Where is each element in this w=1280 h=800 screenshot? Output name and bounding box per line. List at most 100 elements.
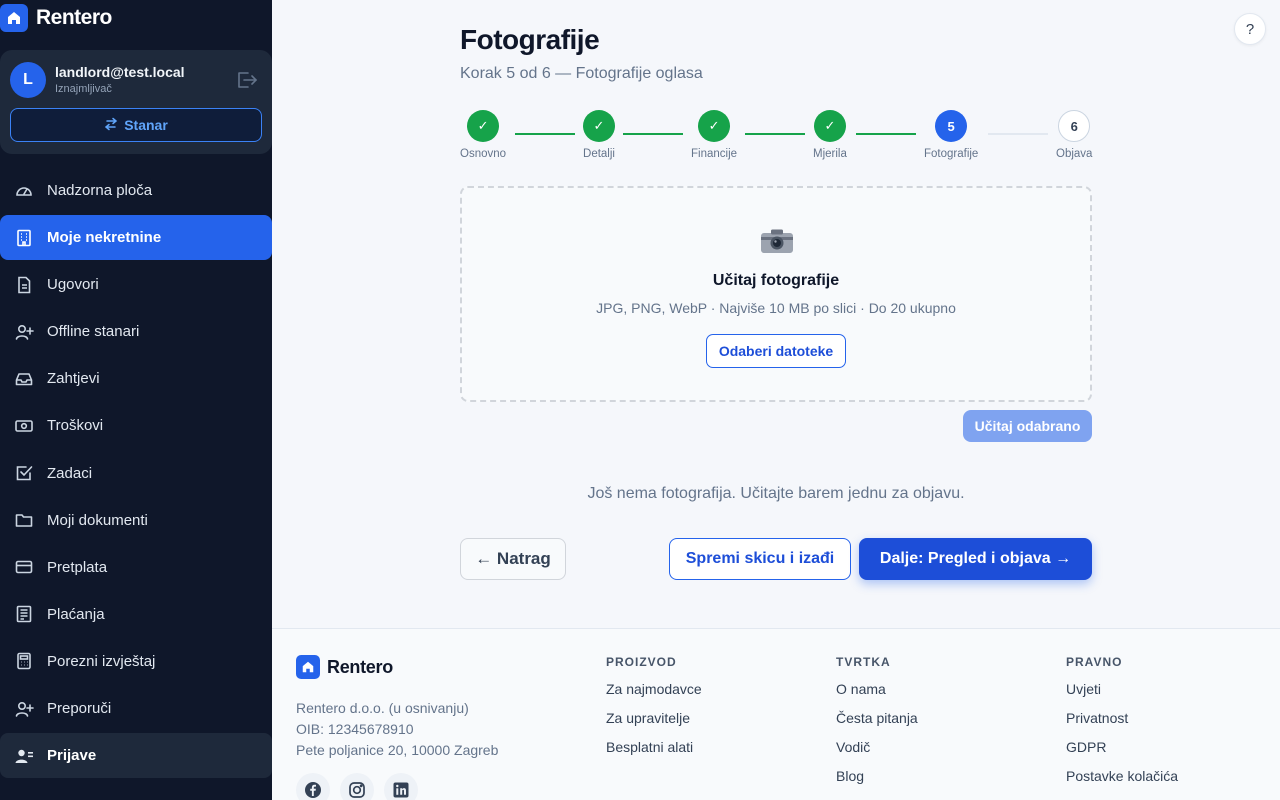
help-button[interactable]: ?: [1234, 13, 1266, 45]
user-card: L landlord@test.local Iznajmljivač Stana…: [0, 50, 272, 154]
linkedin-icon[interactable]: [384, 773, 418, 800]
footer-link[interactable]: Za najmodavce: [606, 681, 702, 710]
sidebar-nav: Nadzorna ploča Moje nekretnine Ugovori O…: [0, 168, 272, 780]
footer-column-proizvod: PROIZVOD Za najmodavce Za upravitelje Be…: [606, 655, 702, 768]
calculator-icon: [14, 651, 34, 671]
sidebar-item-label: Offline stanari: [47, 323, 140, 341]
step-connector: [988, 133, 1048, 135]
sidebar-item-label: Plaćanja: [47, 605, 105, 623]
sidebar-item-offline-stanari[interactable]: Offline stanari: [0, 309, 272, 354]
step-osnovno[interactable]: ✓ Osnovno: [460, 110, 506, 160]
sidebar-item-ugovori[interactable]: Ugovori: [0, 262, 272, 307]
sidebar-item-pretplata[interactable]: Pretplata: [0, 545, 272, 590]
sidebar-item-troskovi[interactable]: Troškovi: [0, 403, 272, 448]
step-connector: [623, 133, 683, 135]
footer-column-tvrtka: TVRTKA O nama Česta pitanja Vodič Blog: [836, 655, 918, 797]
step-connector: [515, 133, 575, 135]
step-label: Objava: [1056, 148, 1093, 160]
back-button[interactable]: ← Natrag: [460, 538, 566, 580]
company-name: Rentero d.o.o. (u osnivanju): [296, 700, 469, 716]
instagram-icon[interactable]: [340, 773, 374, 800]
sidebar-item-nadzorna-ploca[interactable]: Nadzorna ploča: [0, 168, 272, 213]
user-email: landlord@test.local: [55, 64, 185, 80]
home-icon: [296, 655, 320, 679]
company-info: Rentero d.o.o. (u osnivanju) OIB: 123456…: [296, 698, 498, 761]
role-switch-label: Stanar: [124, 117, 168, 133]
sidebar-item-preporuci[interactable]: Preporuči: [0, 686, 272, 731]
page-title: Fotografije: [460, 24, 600, 55]
footer-link[interactable]: Za upravitelje: [606, 710, 702, 739]
footer-link[interactable]: Vodič: [836, 739, 918, 768]
sidebar-item-label: Zahtjevi: [47, 370, 100, 388]
inbox-icon: [14, 369, 34, 389]
home-icon: [0, 4, 28, 32]
upload-selected-button[interactable]: Učitaj odabrano: [963, 410, 1092, 442]
step-label: Financije: [691, 148, 738, 160]
sidebar: Rentero L landlord@test.local Iznajmljiv…: [0, 0, 272, 800]
sidebar-item-moji-dokumenti[interactable]: Moji dokumenti: [0, 498, 272, 543]
check-icon: ✓: [583, 110, 615, 142]
company-oib: OIB: 12345678910: [296, 721, 414, 737]
step-financije[interactable]: ✓ Financije: [691, 110, 737, 160]
dropzone-title: Učitaj fotografije: [712, 272, 840, 289]
footer-heading: TVRTKA: [836, 655, 891, 669]
step-number: 5: [935, 110, 968, 142]
step-detalji[interactable]: ✓ Detalji: [583, 110, 615, 160]
footer-link[interactable]: Besplatni alati: [606, 739, 702, 768]
footer-heading: PRAVNO: [1066, 655, 1123, 669]
building-icon: [14, 228, 34, 248]
folder-icon: [14, 510, 34, 530]
sidebar-item-zadaci[interactable]: Zadaci: [0, 451, 272, 496]
save-draft-button[interactable]: Spremi skicu i izađi: [669, 538, 851, 580]
sidebar-item-placanja[interactable]: Plaćanja: [0, 592, 272, 637]
brand-name: Rentero: [36, 6, 112, 29]
step-mjerila[interactable]: ✓ Mjerila: [813, 110, 847, 160]
sidebar-item-zahtjevi[interactable]: Zahtjevi: [0, 356, 272, 401]
footer-link[interactable]: Česta pitanja: [836, 710, 918, 739]
role-switch-button[interactable]: Stanar: [10, 108, 262, 142]
step-objava[interactable]: 6 Objava: [1056, 110, 1092, 160]
sidebar-item-label: Preporuči: [47, 700, 112, 718]
gauge-icon: [14, 181, 34, 201]
footer-brand[interactable]: Rentero: [296, 655, 393, 679]
sidebar-item-moje-nekretnine[interactable]: Moje nekretnine: [0, 215, 272, 261]
choose-files-button[interactable]: Odaberi datoteke: [706, 334, 846, 368]
sidebar-item-label: Nadzorna ploča: [47, 182, 153, 199]
receipt-icon: [14, 604, 34, 624]
swap-icon: [104, 117, 118, 134]
footer-link[interactable]: Uvjeti: [1066, 681, 1178, 710]
footer-link[interactable]: Postavke kolačića: [1066, 768, 1178, 797]
footer-link[interactable]: GDPR: [1066, 739, 1178, 768]
step-connector: [856, 133, 916, 135]
brand[interactable]: Rentero: [0, 4, 112, 32]
sidebar-item-label: Prijave: [47, 747, 97, 765]
dropzone-hint: JPG, PNG, WebP · Najviše 10 MB po slici …: [596, 300, 956, 316]
facebook-icon[interactable]: [296, 773, 330, 800]
money-icon: [14, 416, 34, 436]
check-icon: ✓: [467, 110, 500, 142]
next-button[interactable]: Dalje: Pregled i objava →: [859, 538, 1092, 580]
check-icon: ✓: [698, 110, 731, 142]
check-icon: ✓: [813, 110, 846, 142]
footer-link[interactable]: Blog: [836, 768, 918, 797]
sidebar-item-label: Porezni izvještaj: [47, 652, 156, 670]
user-plus-icon: [14, 322, 34, 342]
logout-icon[interactable]: [234, 70, 258, 90]
footer-brand-name: Rentero: [327, 656, 393, 677]
sidebar-item-label: Moje nekretnine: [47, 229, 162, 247]
wizard-stepper: ✓ Osnovno ✓ Detalji ✓ Financije ✓ Mjeril…: [460, 110, 1092, 166]
footer-heading: PROIZVOD: [606, 655, 677, 669]
user-plus-icon: [14, 699, 34, 719]
photo-dropzone[interactable]: Učitaj fotografije JPG, PNG, WebP · Najv…: [460, 186, 1092, 402]
footer-link[interactable]: O nama: [836, 681, 918, 710]
step-number: 6: [1058, 110, 1091, 142]
step-label: Osnovno: [460, 148, 507, 160]
sidebar-item-prijave[interactable]: Prijave: [0, 733, 272, 779]
sidebar-item-label: Pretplata: [47, 558, 108, 576]
company-address: Pete poljanice 20, 10000 Zagreb: [296, 742, 499, 758]
footer-link[interactable]: Privatnost: [1066, 710, 1178, 739]
sidebar-item-porezni-izvjestaj[interactable]: Porezni izvještaj: [0, 639, 272, 684]
camera-icon: [760, 228, 794, 254]
step-fotografije[interactable]: 5 Fotografije: [924, 110, 978, 160]
footer-column-pravno: PRAVNO Uvjeti Privatnost GDPR Postavke k…: [1066, 655, 1178, 797]
